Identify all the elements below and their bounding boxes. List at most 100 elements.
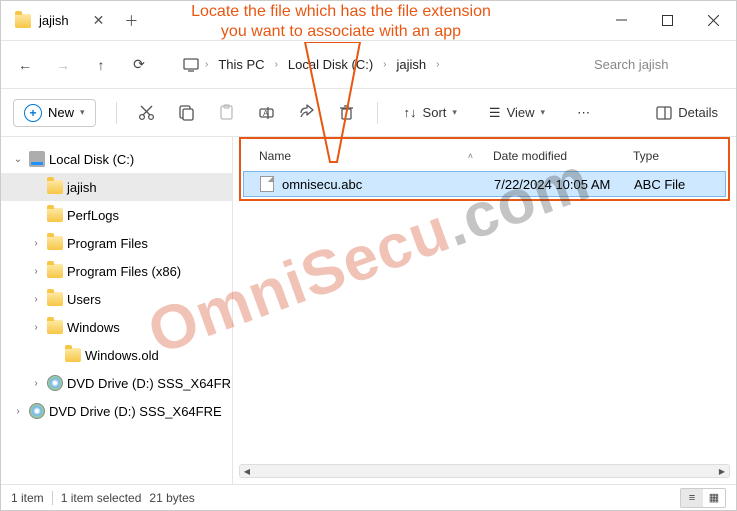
tree-program-files-x86[interactable]: › Program Files (x86) <box>1 257 232 285</box>
copy-button[interactable] <box>177 103 197 123</box>
tab-add-button[interactable]: ＋ <box>114 11 148 31</box>
file-type: ABC File <box>634 177 714 192</box>
file-date: 7/22/2024 10:05 AM <box>494 177 634 192</box>
folder-icon <box>47 208 63 222</box>
crumb-folder[interactable]: jajish <box>393 55 431 74</box>
caret-right-icon[interactable]: › <box>29 266 43 277</box>
view-label: View <box>507 105 535 120</box>
clipboard-icon <box>218 104 235 121</box>
details-button[interactable]: Details <box>650 101 724 125</box>
chevron-right-icon: › <box>381 59 388 70</box>
view-button[interactable]: ☰ View ▾ <box>483 101 551 125</box>
chevron-right-icon: › <box>203 59 210 70</box>
horizontal-scrollbar[interactable] <box>239 464 730 478</box>
file-list: Name ˄ Date modified Type omn <box>233 137 736 454</box>
column-type-label: Type <box>633 149 659 163</box>
caret-right-icon[interactable]: › <box>29 238 43 249</box>
column-type[interactable]: Type <box>633 149 713 163</box>
close-icon <box>708 15 719 26</box>
window-controls <box>598 1 736 41</box>
up-button[interactable]: ↑ <box>85 49 117 81</box>
caret-right-icon[interactable]: › <box>29 322 43 333</box>
share-button[interactable] <box>297 103 317 123</box>
statusbar: 1 item 1 item selected 21 bytes ≡ ▦ <box>1 484 736 510</box>
tree-label: Local Disk (C:) <box>49 152 134 167</box>
delete-button[interactable] <box>337 103 357 123</box>
column-date-label: Date modified <box>493 149 567 163</box>
sort-button[interactable]: ↑↓ Sort ▾ <box>398 101 463 124</box>
tree-sidebar: ⌄ Local Disk (C:) jajish PerfLogs › Prog… <box>1 137 233 484</box>
tab-close-button[interactable]: ✕ <box>83 12 115 29</box>
column-header-row: Name ˄ Date modified Type <box>243 141 726 171</box>
more-button[interactable]: ⋯ <box>571 101 596 125</box>
sort-icon: ↑↓ <box>404 105 417 120</box>
tab-title: jajish <box>39 13 69 28</box>
tab-jajish[interactable]: jajish <box>1 1 83 40</box>
chevron-down-icon: ▾ <box>541 107 546 118</box>
column-name-label: Name <box>259 149 291 163</box>
new-label: New <box>48 105 74 120</box>
tree-dvd1[interactable]: › DVD Drive (D:) SSS_X64FR <box>1 369 232 397</box>
file-row[interactable]: omnisecu.abc 7/22/2024 10:05 AM ABC File <box>243 171 726 197</box>
tree-users[interactable]: › Users <box>1 285 232 313</box>
paste-button[interactable] <box>217 103 237 123</box>
search-input[interactable]: Search jajish <box>588 50 728 80</box>
scissors-icon <box>138 104 155 121</box>
list-icon: ☰ <box>489 105 501 121</box>
caret-down-icon[interactable]: ⌄ <box>11 154 25 165</box>
file-name: omnisecu.abc <box>282 177 362 192</box>
crumb-this-pc[interactable]: This PC <box>214 55 268 74</box>
forward-button[interactable]: → <box>47 49 79 81</box>
explorer-window: jajish ✕ ＋ ← → ↑ ⟳ › This PC › Local Di <box>0 0 737 511</box>
toolbar: + New ▾ A ↑↓ Sort ▾ ☰ View <box>1 89 736 137</box>
chevron-down-icon: ▾ <box>80 107 85 118</box>
tree-local-disk[interactable]: ⌄ Local Disk (C:) <box>1 145 232 173</box>
tree-perflogs[interactable]: PerfLogs <box>1 201 232 229</box>
tree-windows-old[interactable]: Windows.old <box>1 341 232 369</box>
rename-button[interactable]: A <box>257 103 277 123</box>
tree-label: DVD Drive (D:) SSS_X64FR <box>67 376 231 391</box>
crumb-drive[interactable]: Local Disk (C:) <box>284 55 377 74</box>
tree-windows[interactable]: › Windows <box>1 313 232 341</box>
folder-icon <box>47 264 63 278</box>
tree-label: jajish <box>67 180 97 195</box>
file-icon <box>260 176 274 192</box>
caret-right-icon[interactable]: › <box>11 406 25 417</box>
caret-right-icon[interactable]: › <box>29 378 43 389</box>
cut-button[interactable] <box>137 103 157 123</box>
maximize-button[interactable] <box>644 1 690 41</box>
view-toggle: ≡ ▦ <box>680 488 726 508</box>
refresh-button[interactable]: ⟳ <box>123 49 155 81</box>
share-icon <box>298 104 315 121</box>
body-area: ⌄ Local Disk (C:) jajish PerfLogs › Prog… <box>1 137 736 484</box>
tree-label: DVD Drive (D:) SSS_X64FRE <box>49 404 222 419</box>
maximize-icon <box>662 15 673 26</box>
new-button[interactable]: + New ▾ <box>13 99 96 127</box>
minimize-button[interactable] <box>598 1 644 41</box>
tree-label: Windows <box>67 320 120 335</box>
navbar: ← → ↑ ⟳ › This PC › Local Disk (C:) › ja… <box>1 41 736 89</box>
chevron-right-icon: › <box>273 59 280 70</box>
column-date[interactable]: Date modified <box>493 149 633 163</box>
caret-right-icon[interactable]: › <box>29 294 43 305</box>
tree-jajish[interactable]: jajish <box>1 173 232 201</box>
icons-view-button[interactable]: ▦ <box>703 489 725 507</box>
sort-asc-icon: ˄ <box>468 151 473 161</box>
dvd-icon <box>29 403 45 419</box>
folder-icon <box>15 14 31 28</box>
sort-label: Sort <box>423 105 447 120</box>
back-button[interactable]: ← <box>9 49 41 81</box>
plus-icon: + <box>24 104 42 122</box>
close-button[interactable] <box>690 1 736 41</box>
tree-dvd2[interactable]: › DVD Drive (D:) SSS_X64FRE <box>1 397 232 425</box>
chevron-down-icon: ▾ <box>452 107 457 118</box>
breadcrumb[interactable]: › This PC › Local Disk (C:) › jajish › <box>177 49 582 81</box>
folder-icon <box>47 292 63 306</box>
details-view-button[interactable]: ≡ <box>681 489 703 507</box>
folder-icon <box>47 320 63 334</box>
rename-icon: A <box>258 104 275 121</box>
minimize-icon <box>616 15 627 26</box>
column-name[interactable]: Name ˄ <box>243 149 493 163</box>
tree-program-files[interactable]: › Program Files <box>1 229 232 257</box>
folder-icon <box>65 348 81 362</box>
